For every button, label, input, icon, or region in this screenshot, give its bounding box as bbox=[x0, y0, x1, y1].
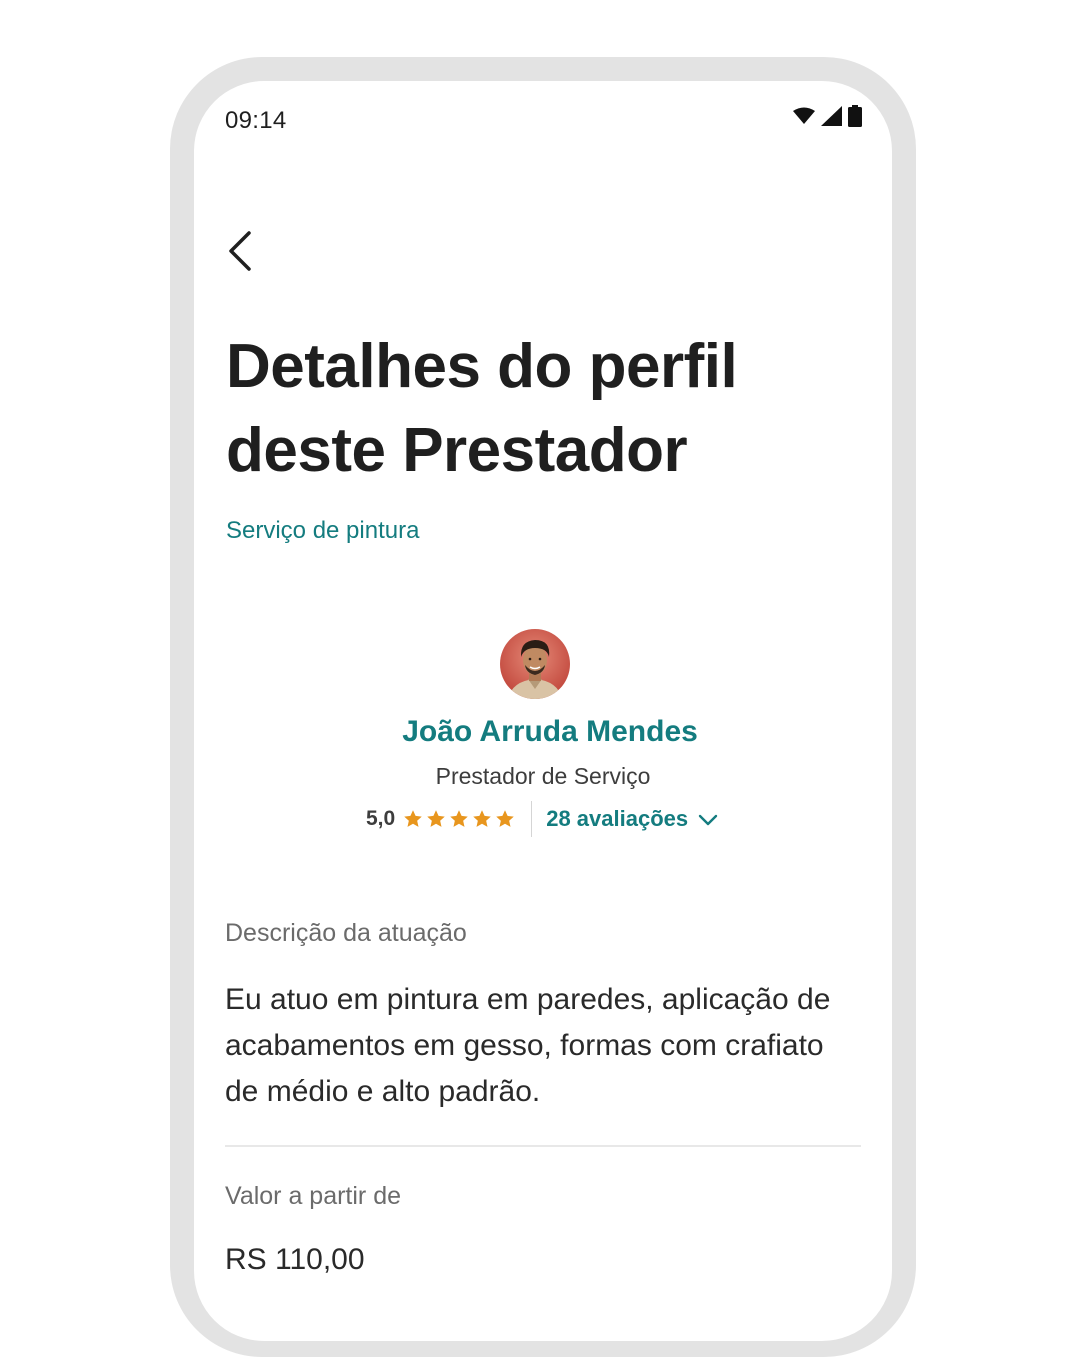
star-icon bbox=[426, 809, 446, 829]
signal-icon bbox=[821, 106, 843, 126]
chevron-down-icon bbox=[698, 806, 718, 832]
description-text: Eu atuo em pintura em paredes, aplicação… bbox=[225, 983, 831, 1108]
reviews-count: 28 avaliações bbox=[546, 806, 689, 831]
chevron-left-icon bbox=[227, 230, 253, 276]
phone-screen: 09:14 Detalhes do perfil deste Prestador… bbox=[194, 81, 892, 1341]
avatar bbox=[500, 629, 570, 699]
back-button[interactable] bbox=[218, 230, 262, 276]
price-value: RS 110,00 bbox=[225, 1243, 365, 1276]
wifi-icon bbox=[792, 107, 816, 125]
rating-divider bbox=[531, 801, 533, 837]
provider-role: Prestador de Serviço bbox=[435, 763, 651, 789]
price-label: Valor a partir de bbox=[225, 1182, 402, 1210]
star-icon bbox=[449, 809, 469, 829]
page-title: Detalhes do perfil deste Prestador bbox=[226, 332, 738, 485]
rating-row: 5,0 28 avaliações bbox=[366, 801, 718, 837]
star-icon bbox=[472, 809, 492, 829]
description-label: Descrição da atuação bbox=[225, 919, 467, 947]
reviews-toggle[interactable]: 28 avaliações bbox=[546, 806, 718, 832]
category-link[interactable]: Serviço de pintura bbox=[226, 517, 419, 545]
status-time: 09:14 bbox=[225, 107, 287, 134]
rating-value: 5,0 bbox=[366, 807, 396, 830]
battery-icon bbox=[848, 105, 862, 127]
star-rating bbox=[403, 809, 515, 829]
star-icon bbox=[495, 809, 515, 829]
star-icon bbox=[403, 809, 423, 829]
divider bbox=[225, 1145, 861, 1147]
status-icons bbox=[792, 105, 862, 127]
provider-name: João Arruda Mendes bbox=[402, 715, 698, 748]
